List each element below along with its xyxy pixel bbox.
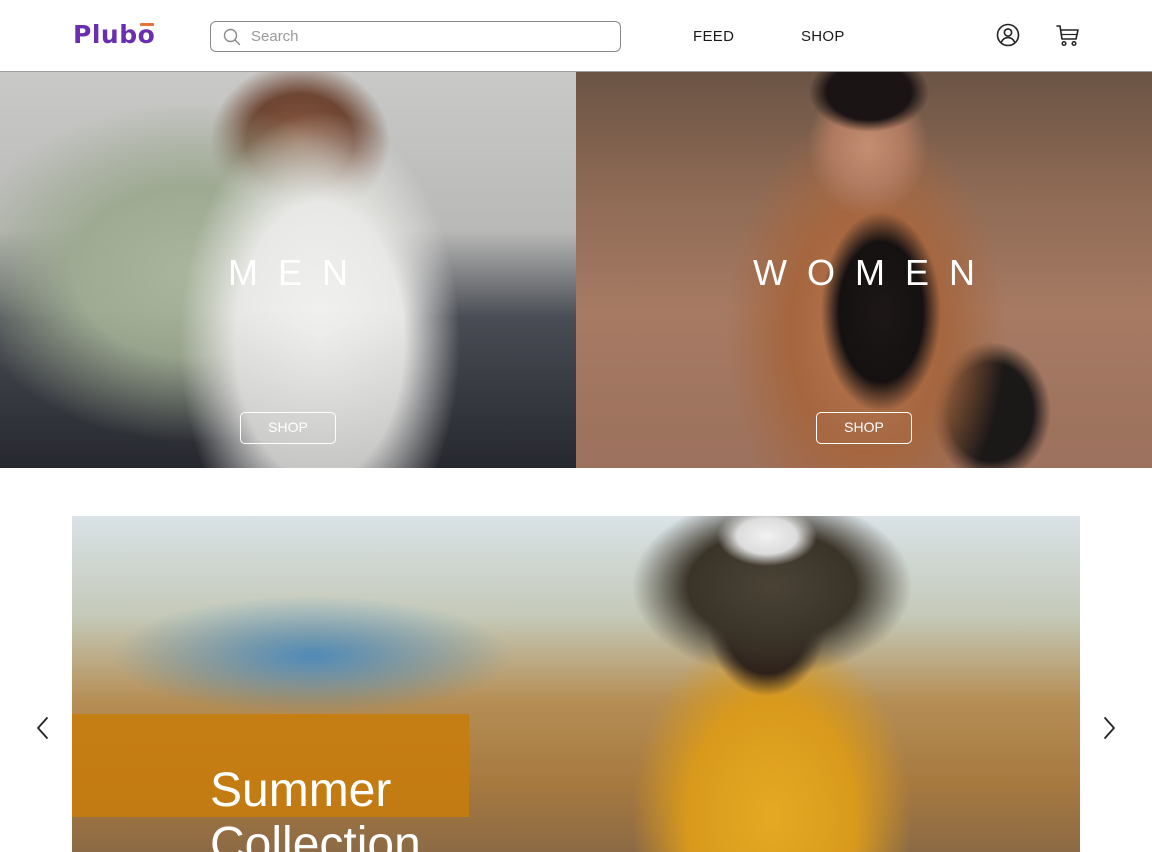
search-box[interactable] [210, 21, 621, 52]
logo-accent-bar [140, 23, 155, 26]
hero-women-panel[interactable]: WOMEN SHOP [576, 72, 1152, 468]
cart-icon[interactable] [1055, 22, 1081, 48]
nav-shop-link[interactable]: SHOP [801, 28, 845, 45]
hero-women-title: WOMEN [753, 252, 995, 293]
chevron-right-icon[interactable] [1099, 714, 1119, 742]
chevron-left-icon[interactable] [33, 714, 53, 742]
hero-men-panel[interactable]: MEN SHOP [0, 72, 576, 468]
logo[interactable]: Plubo [73, 20, 155, 50]
nav-feed-link[interactable]: FEED [693, 28, 734, 45]
summer-collection-carousel[interactable]: Summer Collection [72, 516, 1080, 852]
shop-women-button[interactable]: SHOP [816, 412, 912, 444]
user-icon[interactable] [995, 22, 1021, 48]
hero-men-title: MEN [228, 252, 368, 293]
shop-men-button[interactable]: SHOP [240, 412, 336, 444]
promo-title: Summer Collection [210, 764, 421, 852]
search-icon [223, 28, 241, 46]
site-header: Plubo FEED SHOP [0, 0, 1152, 72]
search-input[interactable] [251, 25, 601, 47]
